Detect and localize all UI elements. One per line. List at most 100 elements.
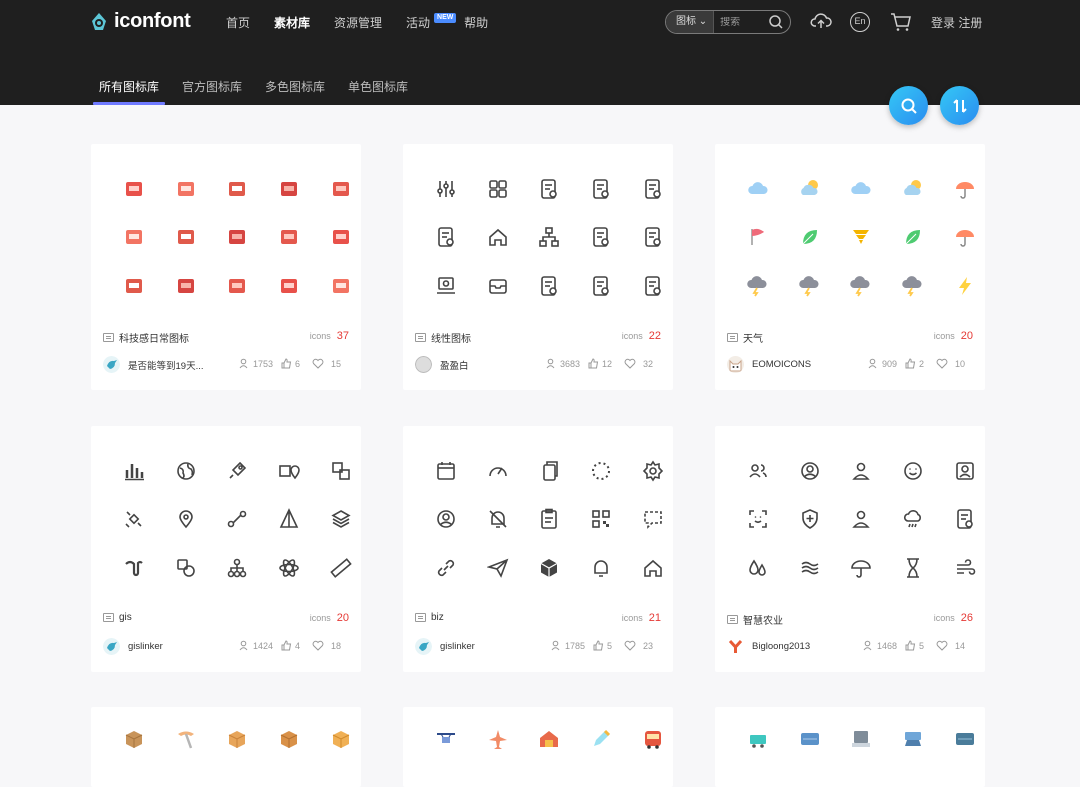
red-icon[interactable] [226, 275, 248, 297]
icon-library-card[interactable]: biz icons 21 gislinker 1785 5 23 [403, 426, 673, 672]
shapes-icon[interactable] [175, 557, 197, 579]
users-icon[interactable] [747, 460, 769, 482]
person-icon[interactable] [850, 460, 872, 482]
tab-official-libraries[interactable]: 官方图标库 [176, 78, 248, 105]
person-icon[interactable] [850, 508, 872, 530]
device-icon[interactable] [902, 728, 924, 750]
nav-activity[interactable]: 活动 NEW [406, 13, 457, 31]
red-icon[interactable] [175, 226, 197, 248]
nav-resource-manage[interactable]: 资源管理 [334, 14, 382, 31]
red-icon[interactable] [330, 226, 352, 248]
red-icon[interactable] [226, 226, 248, 248]
usercircle-icon[interactable] [799, 460, 821, 482]
doc-icon[interactable] [590, 226, 612, 248]
userframe-icon[interactable] [954, 460, 976, 482]
waterpipe-icon[interactable] [123, 557, 145, 579]
server-icon[interactable] [850, 728, 872, 750]
likes-stat[interactable]: 4 [281, 640, 300, 651]
leaf-icon[interactable] [799, 226, 821, 248]
search-type-select[interactable]: 图标 ⌄ [666, 11, 715, 33]
favs-stat[interactable]: 10 [936, 358, 965, 369]
inbox-icon[interactable] [487, 275, 509, 297]
qr-icon[interactable] [590, 508, 612, 530]
doc-icon[interactable] [435, 226, 457, 248]
search-icon[interactable] [768, 14, 784, 30]
nav-home[interactable]: 首页 [226, 14, 250, 31]
send-icon[interactable] [486, 557, 509, 579]
route-icon[interactable] [226, 508, 248, 530]
satellite-icon[interactable] [123, 508, 145, 530]
search-fab-button[interactable] [889, 86, 928, 125]
doc-icon[interactable] [538, 178, 560, 200]
cloudrain-icon[interactable] [902, 508, 924, 530]
favs-stat[interactable]: 15 [312, 358, 341, 369]
red-icon[interactable] [330, 275, 352, 297]
docswap-icon[interactable] [330, 460, 352, 482]
bars-icon[interactable] [123, 460, 145, 482]
box-icon[interactable] [123, 728, 145, 750]
spinner-icon[interactable] [590, 460, 612, 482]
triangle-icon[interactable] [278, 508, 300, 530]
clipboard-icon[interactable] [538, 508, 560, 530]
usercircle-icon[interactable] [435, 508, 457, 530]
tornado-icon[interactable] [850, 226, 872, 248]
library-title[interactable]: 科技感日常图标 [103, 330, 189, 345]
login-link[interactable]: 登录 [931, 16, 955, 30]
library-author[interactable]: EOMOICONS [727, 356, 811, 373]
upload-cloud-icon[interactable] [810, 11, 832, 31]
box-icon[interactable] [226, 728, 248, 750]
cart-icon[interactable] [747, 728, 769, 750]
storm-icon[interactable] [747, 275, 769, 297]
bellx-icon[interactable] [487, 508, 509, 530]
smile-icon[interactable] [902, 460, 924, 482]
hourglass-icon[interactable] [902, 557, 924, 579]
nav-library[interactable]: 素材库 [274, 14, 310, 31]
layers-icon[interactable] [330, 508, 352, 530]
suncloud-icon[interactable] [799, 178, 821, 200]
red-icon[interactable] [278, 178, 300, 200]
pen-icon[interactable] [590, 728, 612, 750]
umbrella-icon[interactable] [954, 226, 976, 248]
house-icon[interactable] [642, 557, 664, 579]
calendar-icon[interactable] [435, 460, 457, 482]
search-input[interactable] [720, 16, 773, 28]
favs-stat[interactable]: 18 [312, 640, 341, 651]
cube-icon[interactable] [538, 557, 560, 579]
drone-icon[interactable] [435, 728, 457, 750]
drive-icon[interactable] [954, 728, 976, 750]
sort-fab-button[interactable] [940, 86, 979, 125]
red-icon[interactable] [175, 178, 197, 200]
storm-icon[interactable] [799, 275, 821, 297]
likes-stat[interactable]: 12 [588, 358, 612, 369]
bus-icon[interactable] [642, 728, 664, 750]
gauge-icon[interactable] [487, 460, 509, 482]
library-author[interactable]: 是否能等到19天... [103, 356, 204, 373]
cloud-icon[interactable] [747, 178, 769, 200]
pick-icon[interactable] [175, 728, 197, 750]
icon-library-card[interactable] [91, 707, 361, 787]
library-title[interactable]: gis [103, 612, 132, 623]
copy-icon[interactable] [538, 460, 560, 482]
doc-icon[interactable] [954, 508, 976, 530]
icon-library-card[interactable]: gis icons 20 gislinker 1424 4 18 [91, 426, 361, 672]
favs-stat[interactable]: 23 [624, 640, 653, 651]
plane-icon[interactable] [487, 728, 509, 750]
library-title[interactable]: 线性图标 [415, 330, 471, 345]
register-link[interactable]: 注册 [958, 16, 982, 30]
box-icon[interactable] [330, 728, 352, 750]
gear-icon[interactable] [642, 460, 664, 482]
box-icon[interactable] [278, 728, 300, 750]
likes-stat[interactable]: 5 [593, 640, 612, 651]
library-author[interactable]: gislinker [415, 638, 475, 655]
suncloud-icon[interactable] [902, 178, 924, 200]
icon-library-card[interactable]: 线性图标 icons 22 盈盈白 3683 12 32 [403, 144, 673, 390]
library-author[interactable]: Bigloong2013 [727, 638, 810, 655]
red-icon[interactable] [123, 178, 145, 200]
rocketpin-icon[interactable] [226, 460, 248, 482]
tab-mono-libraries[interactable]: 单色图标库 [342, 78, 414, 105]
icon-library-card[interactable] [715, 707, 985, 787]
tab-all-libraries[interactable]: 所有图标库 [93, 78, 166, 105]
chat-icon[interactable] [642, 508, 664, 530]
shield-icon[interactable] [799, 508, 821, 530]
icon-library-card[interactable]: 智慧农业 icons 26 Bigloong2013 1468 5 14 [715, 426, 985, 672]
